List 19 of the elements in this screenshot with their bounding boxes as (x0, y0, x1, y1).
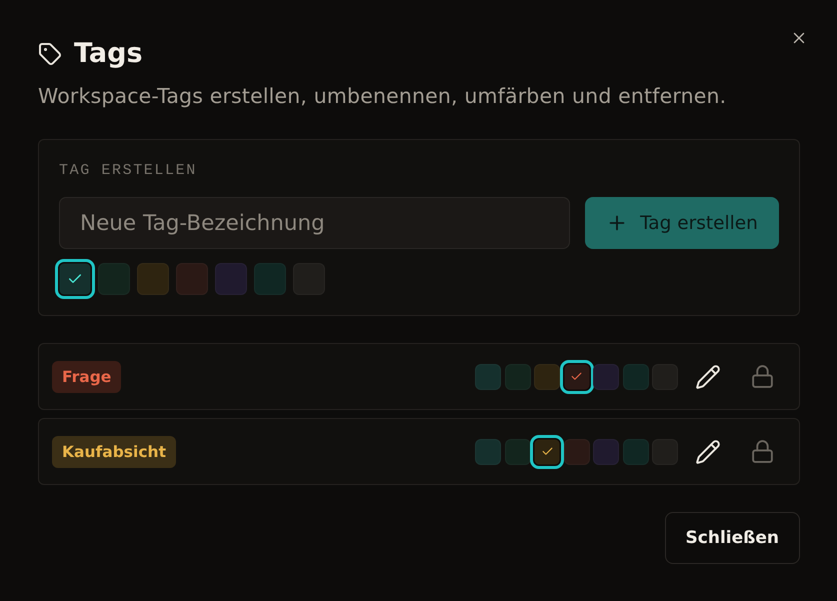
tag-badge: Frage (52, 360, 122, 392)
lock-icon (750, 364, 775, 389)
lock-button[interactable] (750, 364, 775, 389)
section-label: TAG ERSTELLEN (59, 162, 198, 180)
lock-button[interactable] (750, 439, 775, 464)
pencil-icon (695, 364, 721, 390)
tag-badge: Kaufabsicht (52, 436, 176, 468)
color-swatch[interactable] (530, 434, 564, 468)
close-dialog-button[interactable]: Schließen (664, 512, 800, 564)
dialog-title: Tags (74, 38, 143, 70)
dialog-subtitle: Workspace-Tags erstellen, umbenennen, umfärben und entfernen. (38, 83, 728, 109)
edit-button[interactable] (695, 438, 721, 464)
lock-icon (750, 439, 775, 464)
color-swatch[interactable] (560, 360, 594, 394)
tag-icon (38, 42, 62, 66)
edit-button[interactable] (695, 364, 721, 390)
tag-name-input[interactable]: Neue Tag-Bezeichnung (59, 197, 570, 249)
pencil-icon (695, 438, 721, 464)
color-swatch[interactable] (55, 259, 95, 299)
